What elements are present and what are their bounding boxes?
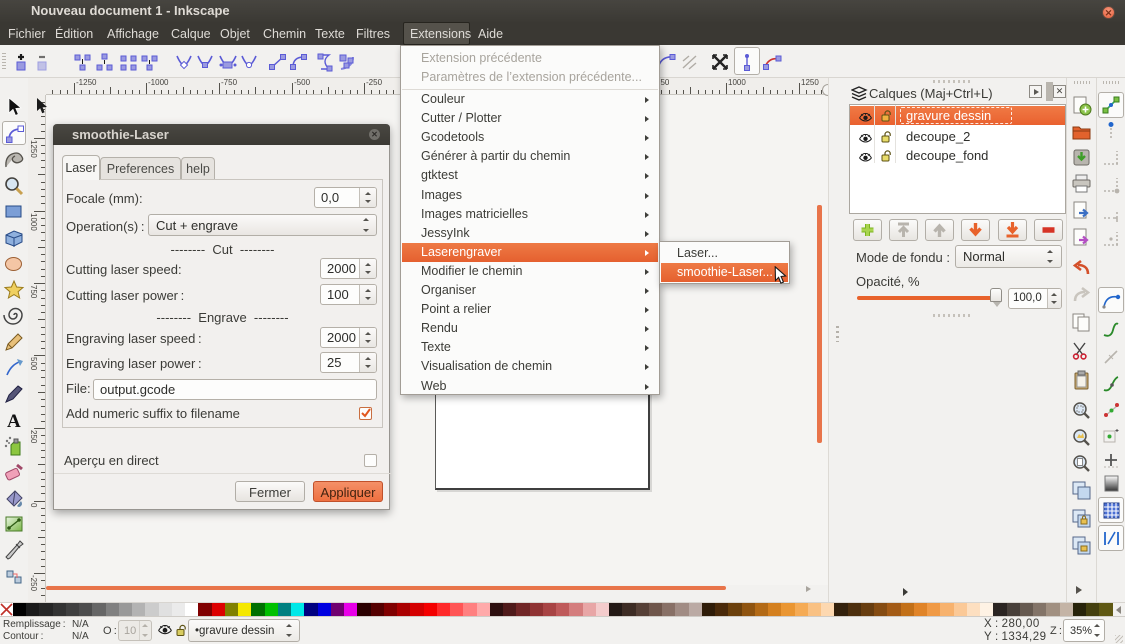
svg-text:A: A (7, 411, 21, 431)
